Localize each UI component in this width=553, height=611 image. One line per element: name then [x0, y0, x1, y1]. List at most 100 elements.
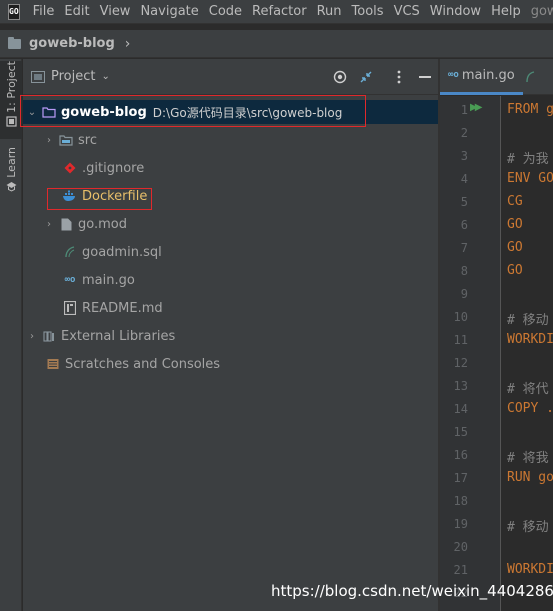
code-line: # 移动 — [507, 313, 549, 328]
line-number: 1 — [460, 103, 468, 117]
collapse-all-icon[interactable] — [358, 69, 374, 85]
tree-item-src[interactable]: › src — [23, 128, 438, 152]
code-line: GO — [507, 240, 523, 255]
tree-item-gitignore[interactable]: .gitignore — [23, 156, 438, 180]
project-tab-icon — [5, 116, 17, 127]
more-options-icon[interactable] — [391, 69, 407, 85]
line-number: 21 — [453, 563, 468, 577]
tree-item-label: README.md — [82, 300, 163, 316]
project-panel-header: Project ⌄ — [23, 59, 438, 95]
window-title: gowe — [530, 4, 553, 19]
line-number: 18 — [453, 494, 468, 508]
tree-item-main-go[interactable]: ∞o main.go — [23, 268, 438, 292]
project-tool-tab[interactable]: 1: Project — [0, 61, 22, 139]
markdown-file-icon — [62, 300, 78, 316]
menu-refactor[interactable]: Refactor — [247, 4, 312, 19]
project-view-selector[interactable]: Project ⌄ — [31, 69, 110, 84]
expand-arrow-icon[interactable]: › — [27, 331, 37, 342]
line-number: 8 — [460, 264, 468, 278]
graduation-cap-icon — [6, 181, 16, 192]
line-number: 7 — [460, 241, 468, 255]
code-line: WORKDI — [507, 332, 553, 347]
highlight-dockerfile-annotation — [47, 188, 152, 210]
chevron-down-icon: ⌄ — [101, 71, 110, 82]
tree-item-label: Scratches and Consoles — [65, 356, 221, 372]
tree-item-go-mod[interactable]: › go.mod — [23, 212, 438, 236]
git-icon — [62, 160, 78, 176]
tree-item-label: go.mod — [78, 216, 127, 232]
libraries-icon — [41, 328, 57, 344]
learn-tool-tab[interactable]: Learn — [0, 147, 22, 203]
code-line: # 移动 — [507, 520, 549, 535]
menu-navigate[interactable]: Navigate — [135, 4, 203, 19]
tree-item-external-libraries[interactable]: › External Libraries — [23, 324, 438, 348]
line-number: 14 — [453, 402, 468, 416]
tree-item-label: goadmin.sql — [82, 244, 162, 260]
code-line: RUN go — [507, 470, 553, 485]
sql-file-icon — [62, 244, 78, 260]
line-number: 20 — [453, 540, 468, 554]
code-line: # 将代 — [507, 382, 549, 397]
code-line: GO — [507, 263, 523, 278]
gutter-divider — [500, 96, 501, 611]
expand-arrow-icon[interactable]: › — [44, 219, 54, 230]
menu-vcs[interactable]: VCS — [389, 4, 425, 19]
code-line: ENV GO — [507, 171, 553, 186]
tree-item-goadmin-sql[interactable]: goadmin.sql — [23, 240, 438, 264]
minimize-panel-icon[interactable] — [417, 69, 433, 85]
code-line: FROM g — [507, 102, 553, 117]
menu-view[interactable]: View — [95, 4, 136, 19]
tab-main-go[interactable]: ∞o main.go — [440, 59, 523, 95]
project-tab-label: 1: Project — [4, 61, 18, 113]
line-number: 16 — [453, 448, 468, 462]
run-gutter-icon[interactable]: ▶▶ — [470, 102, 483, 113]
tree-item-scratches[interactable]: Scratches and Consoles — [23, 352, 438, 376]
menu-window[interactable]: Window — [425, 4, 486, 19]
expand-arrow-icon[interactable]: › — [44, 135, 54, 146]
code-area[interactable]: FROM g # 为我 ENV GO CG GO GO GO # 移动 WORKDI # … — [507, 96, 553, 611]
locate-file-icon[interactable] — [332, 69, 348, 85]
code-line: COPY . — [507, 401, 553, 416]
line-number: 3 — [460, 149, 468, 163]
code-line: # 将我 — [507, 451, 549, 466]
editor-gutter: ▶▶ 1 2 3 4 5 6 7 8 9 10 11 12 13 14 15 16 17 18 19 20 21 22 — [440, 96, 500, 611]
sql-file-icon — [525, 70, 534, 82]
folder-icon — [58, 132, 74, 148]
line-number: 15 — [453, 425, 468, 439]
line-number: 19 — [453, 517, 468, 531]
navigation-bar: goweb-blog › — [0, 30, 553, 58]
highlight-root-annotation — [20, 95, 366, 127]
line-number: 6 — [460, 218, 468, 232]
tree-item-label: External Libraries — [61, 328, 176, 344]
go-file-icon: ∞o — [448, 70, 459, 80]
code-line: # 为我 — [507, 152, 549, 167]
scratches-icon — [45, 356, 61, 372]
project-icon — [31, 70, 45, 83]
menu-file[interactable]: File — [28, 4, 60, 19]
project-panel-title: Project — [51, 69, 96, 84]
tree-item-label: .gitignore — [82, 160, 145, 176]
line-number: 12 — [453, 356, 468, 370]
folder-icon — [8, 36, 21, 49]
tree-item-readme[interactable]: README.md — [23, 296, 438, 320]
code-line: CG — [507, 194, 523, 209]
learn-tab-label: Learn — [4, 147, 18, 178]
code-line: GO — [507, 217, 523, 232]
file-icon — [58, 216, 74, 232]
go-file-icon: ∞o — [64, 275, 76, 285]
line-number: 17 — [453, 471, 468, 485]
watermark: https://blog.csdn.net/weixin_44042863 — [271, 582, 553, 600]
editor-tabs: ∞o main.go — [440, 59, 553, 95]
menu-edit[interactable]: Edit — [59, 4, 94, 19]
project-panel: Project ⌄ ⌄ goweb-blog D:\Go源代码目录\src\go… — [23, 59, 438, 611]
line-number: 5 — [460, 195, 468, 209]
breadcrumb-project[interactable]: goweb-blog — [29, 36, 115, 51]
code-line: WORKDI — [507, 562, 553, 577]
menu-tools[interactable]: Tools — [347, 4, 389, 19]
tool-window-strip: 1: Project Learn — [0, 59, 22, 611]
menu-bar: GO File Edit View Navigate Code Refactor… — [0, 0, 553, 24]
menu-help[interactable]: Help — [486, 4, 526, 19]
menu-code[interactable]: Code — [204, 4, 247, 19]
tree-item-label: src — [78, 132, 97, 148]
menu-run[interactable]: Run — [312, 4, 347, 19]
